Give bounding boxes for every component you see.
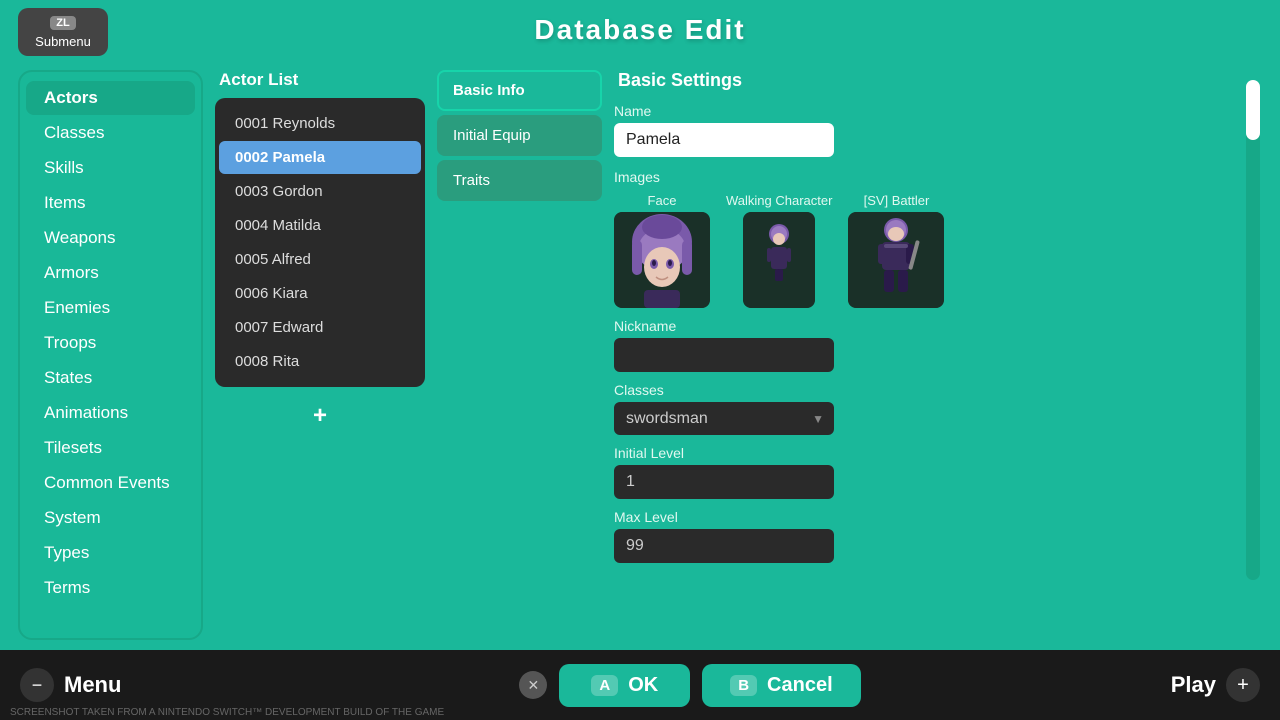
page-title: Database Edit — [534, 14, 745, 46]
actor-row[interactable]: 0001 Reynolds — [219, 107, 421, 140]
sidebar-item-armors[interactable]: Armors — [26, 256, 195, 290]
actor-row[interactable]: 0003 Gordon — [219, 175, 421, 208]
bottom-note: SCREENSHOT TAKEN FROM A NINTENDO SWITCH™… — [10, 707, 444, 720]
walking-image-box: Walking Character — [726, 193, 832, 308]
ok-badge: A — [591, 675, 618, 696]
menu-label: Menu — [64, 672, 121, 698]
face-image-box: Face — [614, 193, 710, 308]
sidebar-item-classes[interactable]: Classes — [26, 116, 195, 150]
sidebar-item-skills[interactable]: Skills — [26, 151, 195, 185]
max-level-input[interactable] — [614, 529, 834, 563]
nickname-input[interactable] — [614, 338, 834, 372]
tab-traits[interactable]: Traits — [437, 160, 602, 201]
cancel-label: Cancel — [767, 674, 833, 697]
actor-row[interactable]: 0002 Pamela — [219, 141, 421, 174]
sidebar-item-common-events[interactable]: Common Events — [26, 466, 195, 500]
walking-label: Walking Character — [726, 193, 832, 208]
menu-section: − Menu — [0, 668, 300, 702]
ok-label: OK — [628, 674, 658, 697]
x-button[interactable]: ✕ — [519, 671, 547, 699]
play-label: Play — [1171, 672, 1216, 698]
cancel-button[interactable]: B Cancel — [702, 664, 860, 707]
sidebar-item-actors[interactable]: Actors — [26, 81, 195, 115]
actor-row[interactable]: 0007 Edward — [219, 311, 421, 344]
battler-label: [SV] Battler — [864, 193, 930, 208]
images-label: Images — [614, 169, 1262, 185]
add-actor-button[interactable]: + — [301, 397, 339, 435]
actor-row[interactable]: 0008 Rita — [219, 345, 421, 378]
sidebar-item-terms[interactable]: Terms — [26, 571, 195, 605]
max-level-label: Max Level — [614, 509, 1262, 525]
classes-wrapper: swordsman mage archer ▼ — [614, 402, 834, 435]
tab-initial-equip[interactable]: Initial Equip — [437, 115, 602, 156]
scrollbar-thumb[interactable] — [1246, 80, 1260, 140]
minus-button[interactable]: − — [20, 668, 54, 702]
actor-list-box: 0001 Reynolds0002 Pamela0003 Gordon0004 … — [215, 98, 425, 387]
actor-row[interactable]: 0006 Kiara — [219, 277, 421, 310]
sidebar-item-enemies[interactable]: Enemies — [26, 291, 195, 325]
play-section: Play + — [1080, 668, 1280, 702]
settings-header: Basic Settings — [614, 70, 1262, 91]
classes-label: Classes — [614, 382, 1262, 398]
bottom-bar: − Menu ✕ A OK B Cancel Play + SCREENSHOT… — [0, 650, 1280, 720]
sidebar-item-troops[interactable]: Troops — [26, 326, 195, 360]
topbar: ZL Submenu Database Edit — [0, 0, 1280, 60]
initial-level-spinner: ▲ ▼ — [614, 465, 834, 499]
face-image[interactable] — [614, 212, 710, 308]
initial-level-input[interactable] — [614, 465, 834, 499]
classes-select[interactable]: swordsman mage archer — [614, 402, 834, 435]
nickname-label: Nickname — [614, 318, 1262, 334]
sidebar: ActorsClassesSkillsItemsWeaponsArmorsEne… — [18, 70, 203, 640]
battler-image-box: [SV] Battler — [848, 193, 944, 308]
images-row: Face — [614, 193, 1262, 308]
actor-row[interactable]: 0005 Alfred — [219, 243, 421, 276]
actor-row[interactable]: 0004 Matilda — [219, 209, 421, 242]
sidebar-item-animations[interactable]: Animations — [26, 396, 195, 430]
initial-level-label: Initial Level — [614, 445, 1262, 461]
submenu-label: Submenu — [35, 34, 91, 49]
bottom-center: ✕ A OK B Cancel — [519, 664, 860, 707]
walking-image[interactable] — [743, 212, 815, 308]
actor-list-header: Actor List — [215, 70, 425, 90]
scrollbar[interactable] — [1246, 80, 1260, 580]
ok-button[interactable]: A OK — [559, 664, 690, 707]
sidebar-item-items[interactable]: Items — [26, 186, 195, 220]
settings-panel: Basic Settings Name Images Face — [614, 70, 1262, 640]
tab-panel: Basic InfoInitial EquipTraits — [437, 70, 602, 640]
max-level-spinner: ▲ ▼ — [614, 529, 834, 563]
sidebar-item-states[interactable]: States — [26, 361, 195, 395]
actor-list-panel: Actor List 0001 Reynolds0002 Pamela0003 … — [215, 70, 425, 640]
sidebar-item-weapons[interactable]: Weapons — [26, 221, 195, 255]
add-actor-area: + — [215, 397, 425, 435]
plus-button[interactable]: + — [1226, 668, 1260, 702]
main-content: ActorsClassesSkillsItemsWeaponsArmorsEne… — [18, 70, 1262, 640]
images-section: Images Face — [614, 169, 1262, 308]
battler-image[interactable] — [848, 212, 944, 308]
tab-basic-info[interactable]: Basic Info — [437, 70, 602, 111]
sidebar-item-types[interactable]: Types — [26, 536, 195, 570]
submenu-button[interactable]: ZL Submenu — [18, 8, 108, 56]
face-label: Face — [648, 193, 677, 208]
zl-badge: ZL — [50, 16, 75, 30]
name-input[interactable] — [614, 123, 834, 157]
sidebar-item-system[interactable]: System — [26, 501, 195, 535]
name-label: Name — [614, 103, 1262, 119]
sidebar-item-tilesets[interactable]: Tilesets — [26, 431, 195, 465]
cancel-badge: B — [730, 675, 757, 696]
